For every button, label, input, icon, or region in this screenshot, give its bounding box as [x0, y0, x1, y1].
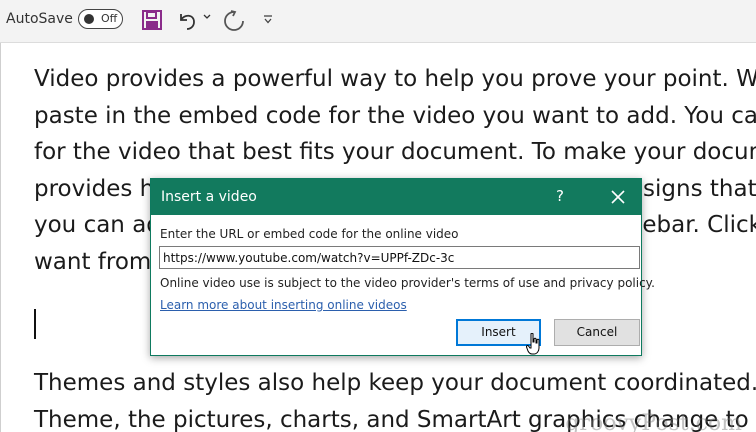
insert-video-dialog: Insert a video ? Enter the URL or embed … [150, 178, 655, 356]
url-input[interactable] [159, 246, 640, 269]
close-icon[interactable] [606, 185, 630, 209]
undo-dropdown-icon[interactable] [203, 14, 211, 20]
toggle-knob [84, 14, 94, 24]
terms-text: Online video use is subject to the video… [160, 276, 655, 290]
watermark: groovyPost.com [565, 411, 742, 432]
text-line: paste in the embed code for the video yo… [34, 102, 756, 129]
learn-more-link[interactable]: Learn more about inserting online videos [160, 298, 407, 312]
text-line: Themes and styles also help keep your do… [34, 370, 756, 396]
undo-icon[interactable] [175, 9, 199, 33]
cancel-button[interactable]: Cancel [554, 319, 640, 346]
mouse-pointer-icon [526, 333, 540, 355]
customize-toolbar-icon[interactable] [263, 15, 273, 25]
autosave-toggle[interactable]: Off [78, 9, 123, 29]
text-line: for the video that best fits your docume… [34, 139, 756, 165]
text-line: Video provides a powerful way to help yo… [34, 66, 756, 92]
url-field-label: Enter the URL or embed code for the onli… [160, 227, 459, 241]
text-cursor [34, 309, 36, 339]
dialog-title: Insert a video [161, 189, 257, 205]
dialog-title-bar[interactable]: Insert a video ? [151, 179, 641, 215]
toggle-state: Off [101, 12, 118, 25]
save-icon[interactable] [141, 9, 163, 31]
autosave-label: AutoSave [6, 11, 73, 27]
help-button[interactable]: ? [556, 187, 564, 205]
quick-access-toolbar: AutoSave Off [0, 0, 756, 43]
redo-icon[interactable] [222, 9, 246, 33]
